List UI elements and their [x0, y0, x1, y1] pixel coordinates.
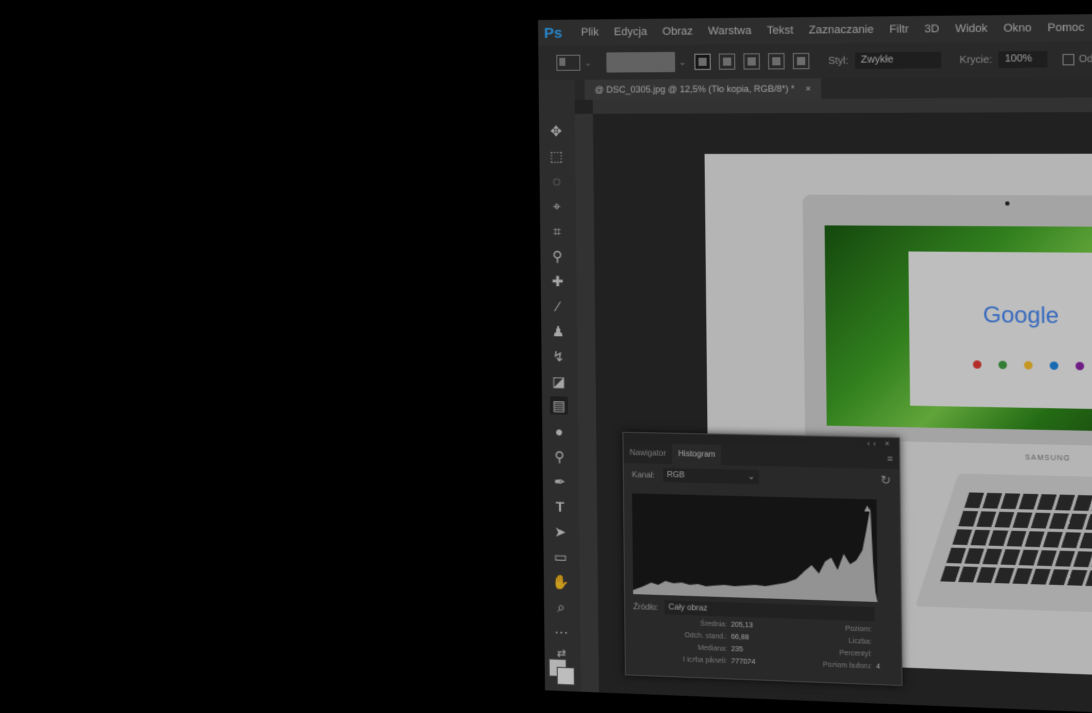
- google-logo: Google: [982, 301, 1059, 329]
- brush-tool-icon[interactable]: ⁄: [549, 297, 567, 315]
- healing-brush-tool-icon[interactable]: ✚: [549, 272, 567, 290]
- menu-image[interactable]: Obraz: [662, 25, 693, 37]
- hand-tool-icon[interactable]: ✋: [552, 572, 570, 591]
- more-tools-icon[interactable]: ⋯: [552, 623, 570, 642]
- reverse-checkbox[interactable]: [1062, 53, 1075, 65]
- options-bar: ⌄ ⌄ Styl: Zwykłe Krycie: 100% Odbij: [538, 41, 1092, 80]
- path-selection-tool-icon[interactable]: ➤: [551, 522, 569, 541]
- reflected-mode-button[interactable]: [768, 53, 785, 70]
- opacity-select[interactable]: 100%: [998, 50, 1048, 68]
- app-icons: [972, 360, 1085, 371]
- warning-icon[interactable]: ▲: [862, 503, 872, 515]
- document-tab-title: @ DSC_0305.jpg @ 12,5% (Tło kopia, RGB/8…: [594, 83, 795, 95]
- histogram-panel: ‹‹ × Nawigator Histogram ≡ Kanał: RGB ⌄ …: [622, 431, 903, 687]
- eraser-tool-icon[interactable]: ◪: [550, 372, 568, 390]
- diamond-mode-button[interactable]: [792, 52, 810, 70]
- dodge-tool-icon[interactable]: ⚲: [550, 447, 568, 465]
- tool-preset-icon[interactable]: [556, 54, 581, 71]
- quick-select-tool-icon[interactable]: ⌖: [548, 197, 566, 215]
- chevron-down-icon[interactable]: ⌄: [679, 56, 687, 67]
- document-tab-bar: @ DSC_0305.jpg @ 12,5% (Tło kopia, RGB/8…: [574, 76, 1092, 100]
- history-brush-tool-icon[interactable]: ↯: [549, 347, 567, 365]
- radial-mode-button[interactable]: [718, 53, 736, 70]
- gradient-tool-icon[interactable]: ▤: [549, 396, 569, 415]
- panel-menu-icon[interactable]: ≡: [887, 448, 899, 469]
- gradient-preview[interactable]: [605, 51, 675, 73]
- menu-view[interactable]: Widok: [955, 23, 988, 36]
- crop-tool-icon[interactable]: ⌗: [548, 222, 566, 240]
- photoshop-logo: Ps: [543, 24, 563, 42]
- tab-navigator[interactable]: Nawigator: [623, 443, 672, 464]
- lasso-tool-icon[interactable]: ◌: [548, 172, 566, 190]
- close-icon[interactable]: ×: [805, 83, 811, 93]
- collapse-close-icon[interactable]: ‹‹ ×: [867, 439, 892, 449]
- menu-layer[interactable]: Warstwa: [708, 25, 751, 38]
- menu-type[interactable]: Tekst: [767, 24, 794, 36]
- zoom-tool-icon[interactable]: ⌕: [552, 597, 570, 616]
- chevron-down-icon[interactable]: ⌄: [584, 57, 592, 68]
- marquee-tool-icon[interactable]: ⬚: [547, 147, 565, 165]
- photoshop-window: Ps Plik Edycja Obraz Warstwa Tekst Zazna…: [538, 13, 1092, 713]
- rectangle-tool-icon[interactable]: ▭: [551, 547, 569, 566]
- opacity-label: Krycie:: [959, 53, 993, 66]
- style-select[interactable]: Zwykłe: [854, 51, 941, 69]
- angle-mode-button[interactable]: [743, 53, 761, 70]
- histogram-curve: [632, 501, 878, 603]
- source-label: Źródło:: [633, 601, 659, 612]
- menu-file[interactable]: Plik: [581, 26, 599, 38]
- channel-select[interactable]: RGB ⌄: [662, 467, 759, 485]
- background-color-swatch[interactable]: [556, 666, 575, 686]
- source-select[interactable]: Cały obraz: [664, 600, 875, 622]
- document-tab[interactable]: @ DSC_0305.jpg @ 12,5% (Tło kopia, RGB/8…: [584, 78, 822, 100]
- menu-select[interactable]: Zaznaczanie: [809, 24, 874, 37]
- blur-tool-icon[interactable]: ●: [550, 422, 568, 440]
- linear-mode-button[interactable]: [694, 53, 711, 70]
- refresh-icon[interactable]: ↻: [880, 473, 891, 488]
- reverse-label: Odbij: [1078, 53, 1092, 65]
- webcam: [1005, 201, 1010, 206]
- menu-window[interactable]: Okno: [1003, 22, 1031, 35]
- histogram-graph: ▲: [632, 493, 878, 603]
- pen-tool-icon[interactable]: ✒: [551, 472, 569, 490]
- menu-help[interactable]: Pomoc: [1048, 22, 1085, 35]
- tab-histogram[interactable]: Histogram: [672, 443, 722, 466]
- menu-edit[interactable]: Edycja: [614, 26, 647, 38]
- move-tool-icon[interactable]: ✥: [547, 122, 565, 140]
- stamp-tool-icon[interactable]: ♟: [549, 322, 567, 340]
- style-label: Styl:: [828, 55, 849, 67]
- type-tool-icon[interactable]: T: [551, 497, 569, 516]
- menu-3d[interactable]: 3D: [924, 23, 939, 35]
- browser-window: Google: [908, 251, 1092, 411]
- channel-label: Kanał:: [631, 469, 655, 480]
- channel-row: Kanał: RGB ⌄ ↻: [624, 463, 900, 492]
- eyedropper-tool-icon[interactable]: ⚲: [548, 247, 566, 265]
- menu-filter[interactable]: Filtr: [889, 23, 908, 36]
- laptop-brand: SAMSUNG: [1025, 454, 1071, 463]
